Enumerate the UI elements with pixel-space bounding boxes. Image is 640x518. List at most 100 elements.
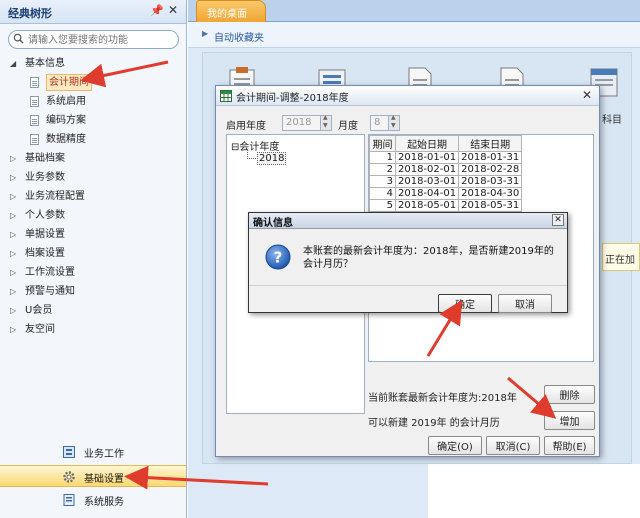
column-header[interactable]: 期间	[369, 135, 396, 152]
table-row[interactable]: 3 2018-03-01 2018-03-31	[369, 175, 523, 188]
function-tree: ◢ 基本信息 会计期间 系统启用 编码方案 数据精度 ▷ 基础档案 ▷ 业务参数 ▷ 业务流程配置 ▷ 个…	[0, 54, 186, 339]
tree-child-item[interactable]: 会计期间	[0, 73, 186, 92]
start-year-label: 启用年度	[226, 121, 266, 132]
tree-child-item[interactable]: 系统启用	[0, 92, 186, 111]
table-cell[interactable]: 2018-05-01	[394, 199, 460, 212]
desktop-item-label-fragment: 科目	[602, 115, 622, 126]
spinner-arrows-icon[interactable]	[388, 114, 399, 130]
create-year-status: 可以新建 2019年 的会计月历	[368, 418, 500, 429]
tree-item[interactable]: ▷ 基础档案	[0, 149, 186, 168]
loading-notice: 正在加	[602, 243, 640, 271]
start-year-spinner[interactable]: 2018	[282, 114, 332, 131]
close-icon[interactable]: ✕	[168, 3, 178, 17]
tree-item-label: 个人参数	[25, 210, 65, 221]
nav-basic-settings-label: 基础设置	[84, 474, 124, 485]
nav-system-service[interactable]: 系统服务	[0, 489, 186, 511]
chevron-right-icon[interactable]: ▷	[10, 263, 16, 282]
current-year-status: 当前账套最新会计年度为:2018年	[368, 393, 517, 404]
table-cell[interactable]: 4	[369, 187, 396, 200]
confirm-separator	[249, 285, 567, 286]
tree-item[interactable]: ▷ 预警与通知	[0, 282, 186, 301]
table-cell[interactable]: 2018-01-31	[458, 151, 523, 164]
table-cell[interactable]: 2018-02-01	[394, 163, 460, 176]
column-header[interactable]: 起始日期	[394, 135, 460, 152]
table-row[interactable]: 2 2018-02-01 2018-02-28	[369, 163, 523, 176]
tree-item[interactable]: ▷ 单据设置	[0, 225, 186, 244]
tree-item[interactable]: ▷ 业务参数	[0, 168, 186, 187]
tree-item[interactable]: ▷ 友空间	[0, 320, 186, 339]
confirm-cancel-button[interactable]: 取消	[498, 294, 552, 313]
tree-item-label: 工作流设置	[25, 267, 75, 278]
chevron-right-icon[interactable]: ▷	[10, 301, 16, 320]
table-cell[interactable]: 2018-04-30	[458, 187, 523, 200]
chevron-right-icon[interactable]: ▷	[10, 168, 16, 187]
fiscal-year-2018-node[interactable]: 2018	[257, 152, 287, 165]
delete-button[interactable]: 删除	[544, 385, 595, 404]
chevron-right-icon[interactable]: ▷	[10, 225, 16, 244]
table-cell[interactable]: 2018-01-01	[394, 151, 460, 164]
left-panel-title: 经典树形	[8, 7, 52, 20]
chevron-right-icon[interactable]: ▷	[10, 149, 16, 168]
tree-item[interactable]: ▷ U会员	[0, 301, 186, 320]
add-button[interactable]: 增加	[544, 411, 595, 430]
table-row[interactable]: 1 2018-01-01 2018-01-31	[369, 151, 523, 164]
tree-item[interactable]: ▷ 业务流程配置	[0, 187, 186, 206]
nav-business-work[interactable]: 业务工作	[0, 441, 186, 463]
gear-icon	[63, 471, 75, 483]
fiscal-month-spinner[interactable]: 8	[370, 114, 400, 131]
spinner-arrows-icon[interactable]	[320, 114, 331, 130]
pin-icon[interactable]: 📌	[150, 4, 164, 17]
table-cell[interactable]: 2018-04-01	[394, 187, 460, 200]
confirm-ok-button[interactable]: 确定	[438, 294, 492, 313]
table-cell[interactable]: 2018-03-31	[458, 175, 523, 188]
confirm-dialog-title: 确认信息	[253, 218, 293, 229]
tree-item-label: 预警与通知	[25, 286, 75, 297]
tree-item-label: 业务参数	[25, 172, 65, 183]
tree-item[interactable]: ▷ 档案设置	[0, 244, 186, 263]
confirm-dialog-titlebar[interactable]: 确认信息 ✕	[249, 213, 567, 229]
tree-child-item[interactable]: 数据精度	[0, 130, 186, 149]
fiscal-period-dialog-titlebar[interactable]: 会计期间-调整-2018年度 ✕	[216, 86, 599, 106]
table-cell[interactable]: 2018-02-28	[458, 163, 523, 176]
tree-item-label: 基础档案	[25, 153, 65, 164]
favorites-label[interactable]: 自动收藏夹	[214, 29, 264, 44]
left-navigation-panel: 经典树形 📌 ✕ ◢ 基本信息会计期间系统启用编码方案数据精度 ▷ 基础档案 ▷ 业务参数…	[0, 0, 187, 518]
chevron-right-icon[interactable]: ▷	[10, 206, 16, 225]
table-header-row: 期间 起始日期 结束日期	[369, 135, 523, 152]
start-year-value: 2018	[286, 117, 312, 128]
help-button[interactable]: 帮助(E)	[544, 436, 595, 455]
table-cell[interactable]: 3	[369, 175, 396, 188]
table-row[interactable]: 5 2018-05-01 2018-05-31	[369, 199, 523, 212]
close-icon[interactable]: ✕	[582, 88, 592, 102]
tree-child-label: 编码方案	[46, 115, 86, 126]
chevron-right-icon[interactable]: ▷	[10, 244, 16, 263]
table-cell[interactable]: 2018-03-01	[394, 175, 460, 188]
nav-basic-settings[interactable]: 基础设置	[0, 465, 186, 487]
tree-item-label: U会员	[25, 305, 53, 316]
chevron-down-icon[interactable]: ◢	[10, 54, 16, 73]
table-cell[interactable]: 2	[369, 163, 396, 176]
cancel-button[interactable]: 取消(C)	[486, 436, 540, 455]
grid-icon	[220, 90, 232, 102]
search-box[interactable]	[8, 30, 179, 49]
chevron-right-icon[interactable]: ▷	[10, 282, 16, 301]
table-row[interactable]: 4 2018-04-01 2018-04-30	[369, 187, 523, 200]
table-cell[interactable]: 1	[369, 151, 396, 164]
tree-item[interactable]: ▷ 个人参数	[0, 206, 186, 225]
ok-button[interactable]: 确定(O)	[428, 436, 482, 455]
column-header[interactable]: 结束日期	[458, 135, 523, 152]
tab-my-desktop[interactable]: 我的桌面	[196, 0, 266, 22]
tree-child-item[interactable]: 编码方案	[0, 111, 186, 130]
chevron-right-icon[interactable]: ▷	[10, 320, 16, 339]
tree-item[interactable]: ▷ 工作流设置	[0, 263, 186, 282]
search-input[interactable]	[28, 33, 174, 47]
document-icon	[30, 96, 39, 107]
favorites-bar: ▶ 自动收藏夹	[188, 22, 640, 48]
close-icon[interactable]: ✕	[552, 214, 564, 226]
table-cell[interactable]: 5	[369, 199, 396, 212]
table-cell[interactable]: 2018-05-31	[458, 199, 523, 212]
tree-item[interactable]: ◢ 基本信息	[0, 54, 186, 73]
chevron-right-icon[interactable]: ▷	[10, 187, 16, 206]
triangle-right-icon[interactable]: ▶	[202, 29, 208, 38]
period-table: 期间 起始日期 结束日期 1 2018-01-01 2018-01-31 2 2018-02…	[369, 135, 523, 224]
